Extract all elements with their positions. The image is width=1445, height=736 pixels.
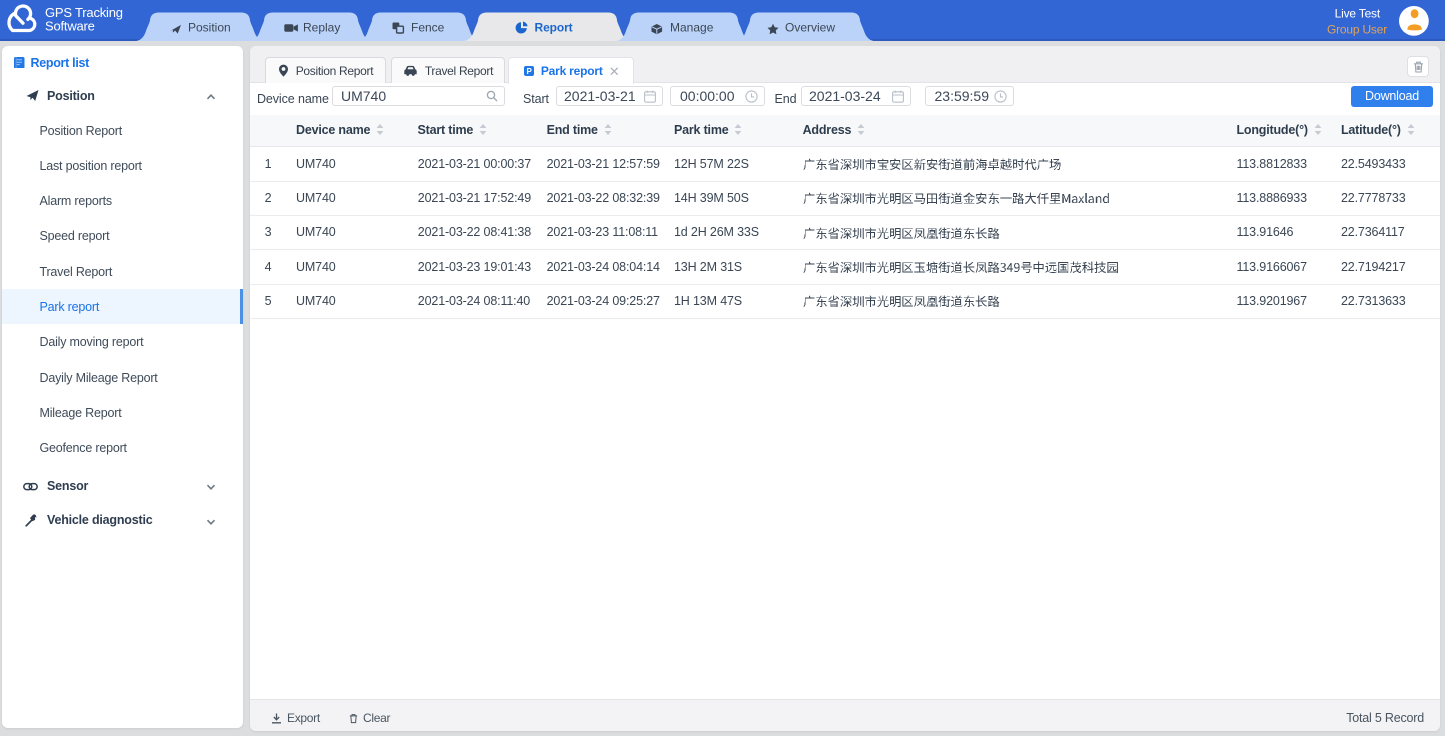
svg-text:Overview: Overview — [785, 21, 835, 35]
svg-text:Fence: Fence — [411, 21, 445, 35]
svg-text:Software: Software — [45, 19, 95, 34]
svg-text:Live Test: Live Test — [1335, 7, 1381, 21]
svg-text:Group User: Group User — [1327, 23, 1387, 37]
svg-text:Manage: Manage — [670, 21, 714, 35]
svg-text:Position: Position — [188, 21, 231, 35]
svg-text:Replay: Replay — [303, 21, 340, 35]
svg-text:Report: Report — [535, 21, 573, 35]
